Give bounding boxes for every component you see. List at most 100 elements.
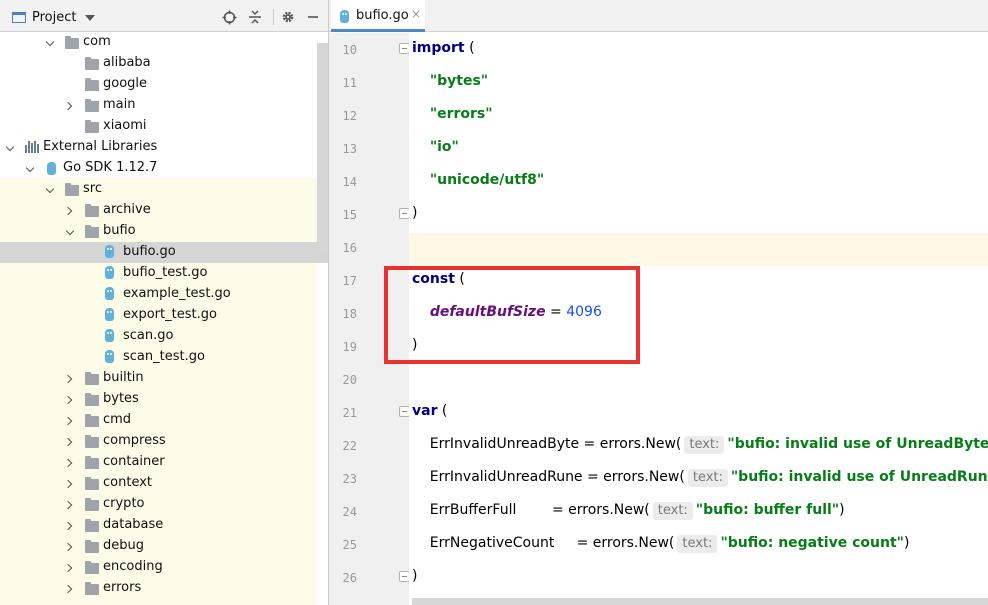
tree-item-database[interactable]: database	[0, 515, 317, 536]
chevron-right-icon[interactable]	[65, 521, 75, 531]
string-literal: "io"	[429, 139, 459, 155]
tab-bufio-go[interactable]: bufio.go ×	[331, 0, 425, 32]
tree-item-bufio[interactable]: bufio	[0, 221, 317, 242]
keyword-token: import	[412, 40, 465, 56]
line-number: 11	[342, 76, 357, 90]
project-view-selector[interactable]: Project	[12, 8, 96, 26]
folder-icon	[85, 498, 99, 511]
tree-scrollbar[interactable]	[317, 43, 328, 253]
chevron-right-icon[interactable]	[65, 563, 75, 573]
tree-item-export-test-go[interactable]: export_test.go	[0, 305, 317, 326]
tree-item-com[interactable]: com	[0, 32, 317, 53]
folder-icon	[85, 225, 99, 238]
folder-icon	[85, 57, 99, 70]
tree-item-label: src	[83, 181, 102, 196]
chevron-down-icon[interactable]	[45, 185, 55, 195]
toolbar-divider	[273, 9, 274, 25]
code-line: "bytes"	[412, 73, 488, 89]
code-text: ErrInvalidUnreadRune = errors.New(	[412, 469, 685, 485]
tree-item-label: debug	[103, 538, 144, 553]
chevron-right-icon[interactable]	[65, 206, 75, 216]
string-literal: "bufio: buffer full"	[695, 502, 840, 518]
editor-horizontal-scrollbar[interactable]	[412, 598, 988, 605]
chevron-down-icon[interactable]	[5, 143, 15, 153]
folder-icon	[85, 372, 99, 385]
tree-item-src[interactable]: src	[0, 179, 317, 200]
chevron-right-icon[interactable]	[65, 374, 75, 384]
locate-target-icon[interactable]	[221, 9, 237, 25]
line-number: 19	[342, 340, 357, 354]
parameter-hint: text:	[687, 469, 728, 487]
line-number: 13	[342, 142, 357, 156]
code-text: )	[412, 568, 418, 584]
tree-item-archive[interactable]: archive	[0, 200, 317, 221]
code-text: ErrInvalidUnreadByte = errors.New(	[412, 436, 682, 452]
tree-item-bufio-go[interactable]: bufio.go	[0, 242, 317, 263]
tree-item-context[interactable]: context	[0, 473, 317, 494]
line-number: 21	[342, 406, 357, 420]
tree-item-debug[interactable]: debug	[0, 536, 317, 557]
chevron-right-icon[interactable]	[65, 101, 75, 111]
chevron-down-icon[interactable]	[65, 227, 75, 237]
tree-item-label: com	[83, 34, 111, 49]
chevron-right-icon[interactable]	[65, 395, 75, 405]
project-tree[interactable]: com alibaba google main xiaomi External Libra…	[0, 32, 328, 605]
close-icon[interactable]: ×	[411, 7, 421, 21]
tree-item-label: container	[103, 454, 165, 469]
tree-item-bufio-test-go[interactable]: bufio_test.go	[0, 263, 317, 284]
string-literal: "errors"	[429, 106, 493, 122]
tree-item-external-libraries[interactable]: External Libraries	[0, 137, 317, 158]
chevron-right-icon[interactable]	[65, 437, 75, 447]
tree-item-example-test-go[interactable]: example_test.go	[0, 284, 317, 305]
tree-item-label: export_test.go	[123, 307, 217, 322]
chevron-right-icon[interactable]	[65, 416, 75, 426]
line-number: 10	[342, 43, 357, 57]
tree-item-container[interactable]: container	[0, 452, 317, 473]
tree-item-label: scan.go	[123, 328, 174, 343]
chevron-right-icon[interactable]	[65, 542, 75, 552]
project-view-label: Project	[32, 9, 77, 25]
code-line: var (	[412, 403, 447, 419]
tree-item-cmd[interactable]: cmd	[0, 410, 317, 431]
chevron-right-icon[interactable]	[65, 458, 75, 468]
tree-item-errors[interactable]: errors	[0, 578, 317, 599]
tree-item-google[interactable]: google	[0, 74, 317, 95]
line-number: 26	[342, 571, 357, 585]
code-line: import (	[412, 40, 475, 56]
tree-item-xiaomi[interactable]: xiaomi	[0, 116, 317, 137]
chevron-right-icon[interactable]	[65, 479, 75, 489]
code-line: )	[412, 205, 417, 221]
chevron-right-icon[interactable]	[65, 584, 75, 594]
folder-icon	[65, 183, 79, 196]
tree-item-label: context	[103, 475, 152, 490]
annotation-red-box	[384, 266, 640, 364]
tree-item-alibaba[interactable]: alibaba	[0, 53, 317, 74]
tree-item-scan-go[interactable]: scan.go	[0, 326, 317, 347]
collapse-all-icon[interactable]	[247, 9, 263, 25]
tree-item-compress[interactable]: compress	[0, 431, 317, 452]
chevron-down-icon	[85, 15, 96, 21]
tree-item-label: main	[103, 97, 136, 112]
line-number: 12	[342, 109, 357, 123]
folder-icon	[85, 582, 99, 595]
tree-item-builtin[interactable]: builtin	[0, 368, 317, 389]
chevron-right-icon[interactable]	[65, 500, 75, 510]
project-toolbar: Project	[0, 0, 328, 32]
folder-icon	[85, 561, 99, 574]
tree-item-main[interactable]: main	[0, 95, 317, 116]
tree-item-scan-test-go[interactable]: scan_test.go	[0, 347, 317, 368]
tree-item-encoding[interactable]: encoding	[0, 557, 317, 578]
tree-item-bytes[interactable]: bytes	[0, 389, 317, 410]
code-line: ErrInvalidUnreadRune = errors.New(text: "…	[412, 469, 988, 487]
hide-panel-icon[interactable]	[305, 9, 321, 25]
gear-icon[interactable]	[280, 9, 296, 25]
chevron-down-icon[interactable]	[45, 38, 55, 48]
tree-item-label: bufio	[103, 223, 136, 238]
tree-item-crypto[interactable]: crypto	[0, 494, 317, 515]
editor-tab-bar: bufio.go ×	[329, 0, 988, 32]
tree-item-go-sdk-1-12-7[interactable]: Go SDK 1.12.7	[0, 158, 317, 179]
chevron-down-icon[interactable]	[25, 164, 35, 174]
